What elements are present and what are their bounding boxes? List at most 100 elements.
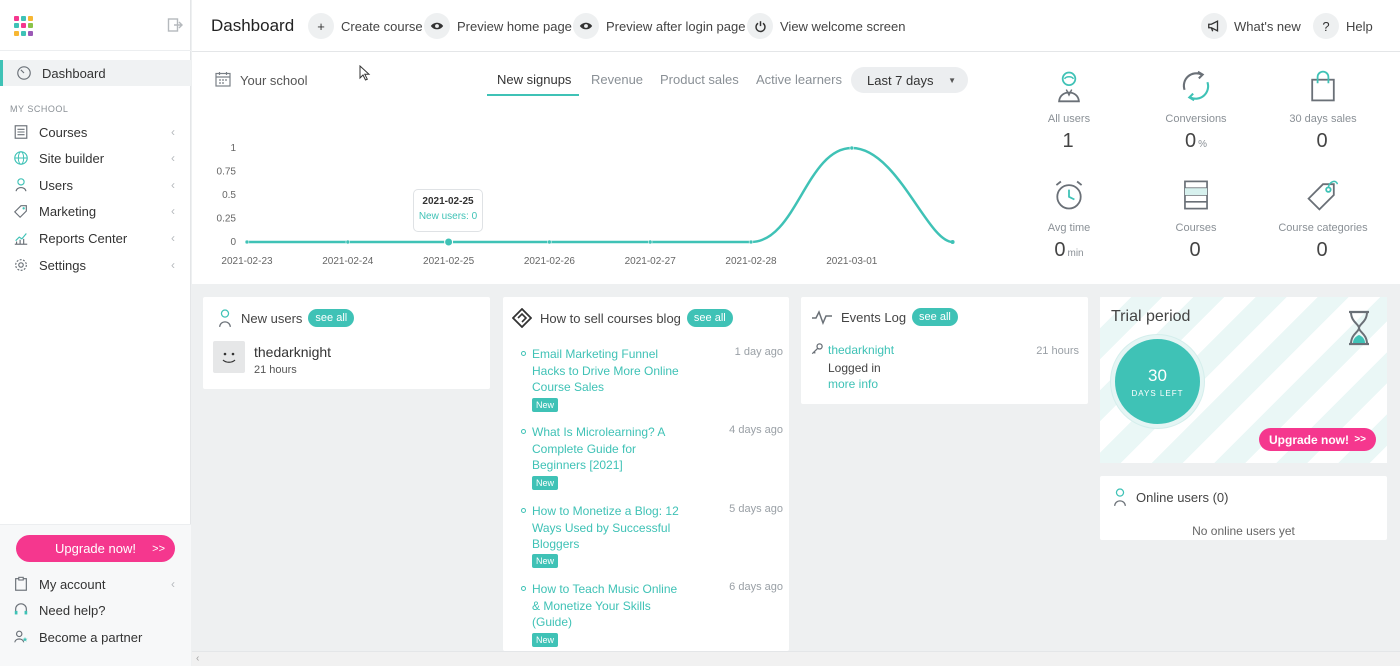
sidebar-item-my-account[interactable]: My account ‹ (0, 571, 191, 597)
x-tick-label: 2021-02-23 (221, 256, 273, 267)
new-user-name[interactable]: thedarknight (254, 344, 331, 360)
sidebar-item-become-partner[interactable]: Become a partner (0, 624, 191, 650)
user-icon (217, 308, 233, 328)
bullet (521, 586, 526, 591)
data-point[interactable] (849, 145, 855, 151)
blog-post-age: 4 days ago (729, 424, 783, 436)
clipboard-icon (12, 575, 30, 593)
blog-post-link[interactable]: How to Monetize a Blog: 12 Ways Used by … (532, 503, 682, 553)
sidebar-item-label: Marketing (39, 203, 97, 219)
sidebar-item-label: Courses (39, 124, 88, 140)
preview-after-login-button[interactable]: Preview after login page (573, 12, 745, 40)
y-tick-label: 0.5 (222, 190, 236, 201)
bullet (521, 351, 526, 356)
y-tick-label: 0.25 (217, 214, 237, 225)
create-course-button[interactable]: + Create course (308, 12, 423, 40)
help-button[interactable]: ? Help (1313, 12, 1373, 40)
sidebar-item-need-help[interactable]: Need help? (0, 597, 191, 623)
tag-icon (1268, 175, 1378, 215)
trial-upgrade-button[interactable]: Upgrade now! >> (1259, 428, 1376, 451)
sidebar-item-reports-center[interactable]: Reports Center ‹ (0, 225, 191, 251)
data-point[interactable] (647, 239, 653, 245)
sidebar-item-marketing[interactable]: Marketing ‹ (0, 198, 191, 224)
sidebar-item-label: Users (39, 177, 73, 193)
page-title: Dashboard (211, 16, 295, 35)
chart-tooltip: 2021-02-25 New users: 0 (413, 189, 483, 232)
sidebar: Dashboard MY SCHOOL Courses ‹ Site build… (0, 0, 191, 666)
card-title: How to sell courses blog (540, 310, 681, 326)
event-user-link[interactable]: thedarknight (828, 343, 894, 357)
y-tick-label: 0.75 (217, 167, 237, 178)
key-icon (811, 343, 823, 358)
chevron-left-icon: ‹ (171, 178, 175, 192)
eye-icon (573, 13, 599, 39)
card-title: Online users (0) (1136, 489, 1229, 505)
headset-icon (12, 601, 30, 619)
question-icon: ? (1313, 13, 1339, 39)
new-badge: New (532, 554, 558, 568)
sidebar-item-settings[interactable]: Settings ‹ (0, 252, 191, 278)
series-line (247, 146, 953, 244)
dashboard-gauge-icon (15, 64, 33, 82)
top-bar: Dashboard + Create course Preview home p… (192, 0, 1400, 52)
days-left-badge: 30 DAYS LEFT (1111, 335, 1204, 428)
see-all-events-button[interactable]: see all (912, 308, 958, 326)
courses-icon (1141, 175, 1251, 215)
x-tick-label: 2021-02-27 (625, 256, 677, 267)
upgrade-now-button[interactable]: Upgrade now! >> (16, 535, 175, 562)
horizontal-scrollbar[interactable]: ‹ (192, 651, 1400, 666)
learnworlds-logo-icon (512, 308, 532, 328)
avatar[interactable] (213, 341, 245, 373)
stat-30-days-sales: 30 days sales 0 (1268, 66, 1378, 153)
power-icon (747, 13, 773, 39)
trial-period-card: Trial period 30 DAYS LEFT Upgrade now! >… (1100, 297, 1387, 463)
chevron-left-icon: ‹ (171, 125, 175, 139)
x-tick-label: 2021-02-24 (322, 256, 374, 267)
blog-post-link[interactable]: What Is Microlearning? A Complete Guide … (532, 424, 682, 474)
data-point[interactable] (444, 237, 454, 247)
see-all-new-users-button[interactable]: see all (308, 309, 355, 327)
collapse-sidebar-icon[interactable] (167, 17, 183, 33)
scroll-left-icon[interactable]: ‹ (196, 653, 199, 664)
sidebar-item-label: Site builder (39, 150, 105, 166)
sidebar-item-dashboard[interactable]: Dashboard (0, 60, 191, 86)
blog-post-age: 5 days ago (729, 503, 783, 515)
chevron-left-icon: ‹ (171, 151, 175, 165)
data-point[interactable] (244, 239, 250, 245)
data-point[interactable] (345, 239, 351, 245)
more-info-link[interactable]: more info (828, 377, 878, 391)
preview-home-page-button[interactable]: Preview home page (424, 12, 572, 40)
online-users-card: Online users (0) No online users yet (1100, 476, 1387, 540)
see-all-blog-button[interactable]: see all (686, 309, 733, 327)
alarm-clock-icon (1014, 175, 1124, 215)
chart-icon (12, 229, 30, 247)
whats-new-button[interactable]: What's new (1201, 12, 1301, 40)
sidebar-item-label: Reports Center (39, 230, 128, 246)
sidebar-item-courses[interactable]: Courses ‹ (0, 119, 191, 145)
sidebar-footer: Upgrade now! >> My account ‹ Need help? … (0, 524, 191, 666)
chevron-left-icon: ‹ (171, 577, 175, 591)
bullet (521, 429, 526, 434)
data-point[interactable] (748, 239, 754, 245)
data-point[interactable] (547, 239, 552, 245)
sidebar-item-label: Settings (39, 257, 86, 273)
blog-post-link[interactable]: How to Teach Music Online & Monetize You… (532, 581, 682, 631)
chevron-left-icon: ‹ (171, 258, 175, 272)
sidebar-item-label: Need help? (39, 602, 106, 618)
sidebar-item-site-builder[interactable]: Site builder ‹ (0, 145, 191, 171)
stat-avg-time: Avg time 0 min (1014, 175, 1124, 262)
x-tick-label: 2021-03-01 (826, 256, 878, 267)
view-welcome-screen-button[interactable]: View welcome screen (747, 12, 905, 40)
x-tick-label: 2021-02-28 (725, 256, 777, 267)
blog-post-link[interactable]: Email Marketing Funnel Hacks to Drive Mo… (532, 346, 682, 396)
event-action: Logged in (828, 361, 881, 375)
x-tick-label: 2021-02-25 (423, 256, 475, 267)
divider (0, 50, 191, 51)
conversions-arrows-icon (1141, 66, 1251, 106)
sidebar-item-users[interactable]: Users ‹ (0, 172, 191, 198)
signups-line-chart: 0 0.25 0.5 0.75 1 2021-02-23 2021-02-24 2021-02… (217, 143, 955, 267)
card-title: New users (241, 310, 303, 326)
app-logo-icon[interactable] (14, 16, 34, 36)
eye-icon (424, 13, 450, 39)
sidebar-item-label: My account (39, 576, 106, 592)
